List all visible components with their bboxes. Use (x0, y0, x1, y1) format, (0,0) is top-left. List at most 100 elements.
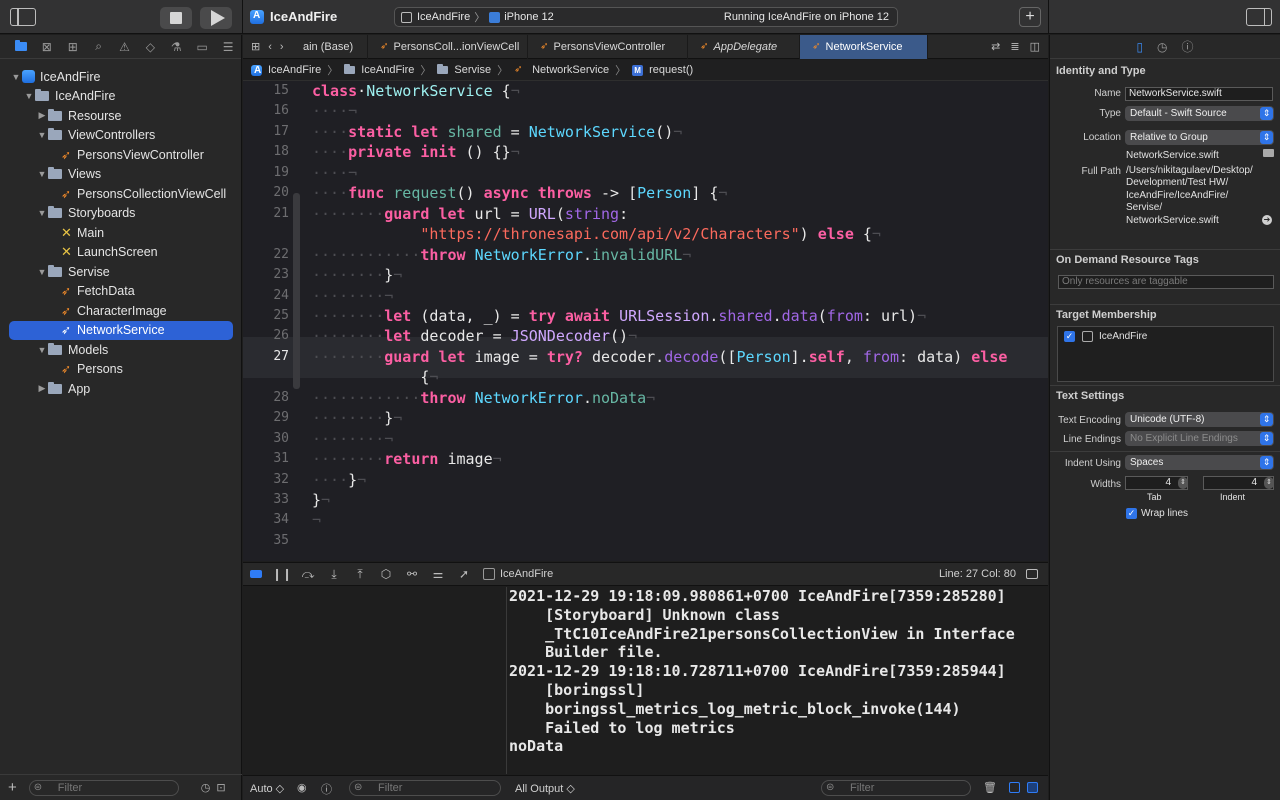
editor-tab[interactable]: ➶ AppDelegate (688, 34, 801, 59)
filter-options-icon[interactable]: ⊡ (216, 781, 225, 794)
project-navigator-tab[interactable] (8, 35, 34, 59)
eye-icon[interactable]: ◉ (297, 781, 307, 794)
issue-navigator-tab[interactable]: ⚠ (112, 35, 138, 59)
source-control-tab[interactable]: ⊠ (34, 35, 60, 59)
reveal-arrow-icon[interactable]: ➔ (1262, 215, 1272, 225)
report-navigator-tab[interactable]: ☰ (215, 35, 241, 59)
trash-icon[interactable]: 🗑 (983, 781, 997, 794)
disclosure-open-icon[interactable]: ▼ (23, 91, 35, 101)
line-endings-popup[interactable]: No Explicit Line Endings (1125, 431, 1274, 446)
disclosure-open-icon[interactable]: ▼ (36, 267, 48, 277)
tree-item[interactable]: ▶ App (0, 379, 242, 399)
find-navigator-tab[interactable]: ⌕ (86, 35, 112, 59)
scheme-selector[interactable]: IceAndFire (417, 11, 470, 23)
breadcrumb-symbol[interactable]: request() (649, 64, 693, 76)
source-editor[interactable]: 15 16 17 18 19 20 21 22 23 24 25 26 27 28 29 30 31 32 33 34… (243, 81, 1048, 561)
wrap-lines-checkbox[interactable]: ✓ (1126, 508, 1137, 519)
editor-tab[interactable]: ain (Base) (299, 34, 369, 59)
show-variables-icon[interactable] (1009, 782, 1020, 793)
tree-item[interactable]: ▼ IceAndFire (0, 87, 242, 107)
tree-item[interactable]: ➶ CharacterImage (0, 301, 242, 321)
tree-item[interactable]: ✕ Main (0, 223, 242, 243)
tree-item[interactable]: ➶ NetworkService (9, 320, 233, 340)
editor-tab[interactable]: ➶ PersonsViewController (528, 34, 689, 59)
indent-width-stepper[interactable]: ⇕ (1264, 477, 1274, 489)
breadcrumb-group[interactable]: IceAndFire (361, 64, 414, 76)
minimize-icon[interactable] (1026, 569, 1038, 579)
tree-item[interactable]: ▼ IceAndFire (0, 67, 242, 87)
pause-button[interactable]: ❙❙ (269, 567, 295, 581)
environment-overrides-button[interactable]: ⚌ (425, 567, 451, 581)
tree-item[interactable]: ▼ Storyboards (0, 204, 242, 224)
odr-tags-field[interactable]: Only resources are taggable (1058, 275, 1274, 289)
type-popup[interactable]: Default - Swift Source (1125, 106, 1274, 121)
variables-filter-input[interactable]: Filter (349, 780, 501, 796)
inspector-toggle-button[interactable] (1244, 7, 1274, 27)
split-editor-icon[interactable]: ◫ (1030, 40, 1040, 53)
help-inspector-tab[interactable]: ⓘ (1182, 38, 1194, 55)
add-file-button[interactable]: + (8, 779, 17, 796)
tree-item[interactable]: ➶ Persons (0, 360, 242, 380)
editor-tab[interactable]: ➶ NetworkService (800, 34, 929, 59)
disclosure-open-icon[interactable]: ▼ (36, 169, 48, 179)
name-field[interactable]: NetworkService.swift (1125, 87, 1273, 101)
disclosure-open-icon[interactable]: ▼ (36, 208, 48, 218)
forward-icon[interactable]: › (280, 41, 284, 53)
related-items-icon[interactable]: ⇄ (991, 40, 1000, 53)
step-over-button[interactable]: ⤼ (295, 567, 321, 582)
recent-files-icon[interactable]: ◷ (201, 781, 211, 794)
debug-process-name[interactable]: IceAndFire (500, 568, 553, 580)
show-console-icon[interactable] (1027, 782, 1038, 793)
hide-debug-area-button[interactable] (243, 567, 269, 581)
location-popup[interactable]: Relative to Group (1125, 130, 1274, 145)
encoding-popup[interactable]: Unicode (UTF-8) (1125, 412, 1274, 427)
console-filter-input[interactable]: Filter (821, 780, 971, 796)
indent-popup[interactable]: Spaces (1125, 455, 1274, 470)
file-inspector-tab[interactable]: ▯ (1136, 40, 1143, 54)
disclosure-open-icon[interactable]: ▼ (36, 130, 48, 140)
breadcrumb-file[interactable]: NetworkService (532, 64, 609, 76)
breakpoint-navigator-tab[interactable]: ▭ (189, 35, 215, 59)
disclosure-closed-icon[interactable]: ▶ (36, 383, 48, 394)
tree-item[interactable]: ➶ PersonsViewController (0, 145, 242, 165)
run-button[interactable] (200, 7, 232, 29)
tree-item[interactable]: ➶ PersonsCollectionViewCell (0, 184, 242, 204)
tree-item[interactable]: ▼ ViewControllers (0, 126, 242, 146)
test-navigator-tab[interactable]: ◇ (137, 35, 163, 59)
folder-icon[interactable] (1263, 149, 1274, 157)
console-output-selector[interactable]: All Output ◇ (515, 782, 575, 795)
target-checkbox[interactable]: ✓ (1064, 331, 1075, 342)
tree-item[interactable]: ▼ Views (0, 165, 242, 185)
back-icon[interactable]: ‹ (268, 41, 272, 53)
add-library-button[interactable]: + (1019, 7, 1041, 27)
tree-item[interactable]: ▼ Servise (0, 262, 242, 282)
tree-item[interactable]: ➶ FetchData (0, 282, 242, 302)
destination-selector[interactable]: iPhone 12 (504, 11, 554, 23)
tab-width-stepper[interactable]: ⇕ (1178, 477, 1188, 489)
simulate-location-button[interactable]: ➚ (451, 567, 477, 581)
editor-options-icon[interactable]: ≣ (1010, 40, 1019, 53)
history-inspector-tab[interactable]: ◷ (1157, 40, 1167, 54)
info-icon[interactable]: ⓘ (321, 781, 332, 797)
editor-tab[interactable]: ➶ PersonsColl...ionViewCell (368, 34, 529, 59)
variables-view[interactable] (243, 587, 507, 774)
memory-graph-button[interactable]: ⚯ (399, 567, 425, 581)
variables-scope-selector[interactable]: Auto ◇ (250, 782, 284, 795)
disclosure-open-icon[interactable]: ▼ (10, 72, 22, 82)
step-out-button[interactable]: ⤒ (347, 567, 373, 582)
breadcrumb-project[interactable]: IceAndFire (268, 64, 321, 76)
tree-item[interactable]: ✕ LaunchScreen (0, 243, 242, 263)
console-output[interactable]: 2021-12-29 19:18:09.980861+0700 IceAndFi… (508, 587, 1048, 774)
breadcrumb-folder[interactable]: Servise (454, 64, 491, 76)
navigator-filter-input[interactable]: Filter (28, 779, 179, 796)
disclosure-closed-icon[interactable]: ▶ (36, 110, 48, 121)
debug-navigator-tab[interactable]: ⚗ (163, 35, 189, 59)
navigator-toggle-button[interactable] (8, 7, 38, 27)
disclosure-open-icon[interactable]: ▼ (36, 345, 48, 355)
grid-icon[interactable]: ⊞ (251, 40, 260, 53)
step-into-button[interactable]: ⤓ (321, 567, 347, 582)
stop-button[interactable] (160, 7, 192, 29)
tree-item[interactable]: ▼ Models (0, 340, 242, 360)
symbol-navigator-tab[interactable]: ⊞ (60, 35, 86, 59)
tree-item[interactable]: ▶ Resourse (0, 106, 242, 126)
